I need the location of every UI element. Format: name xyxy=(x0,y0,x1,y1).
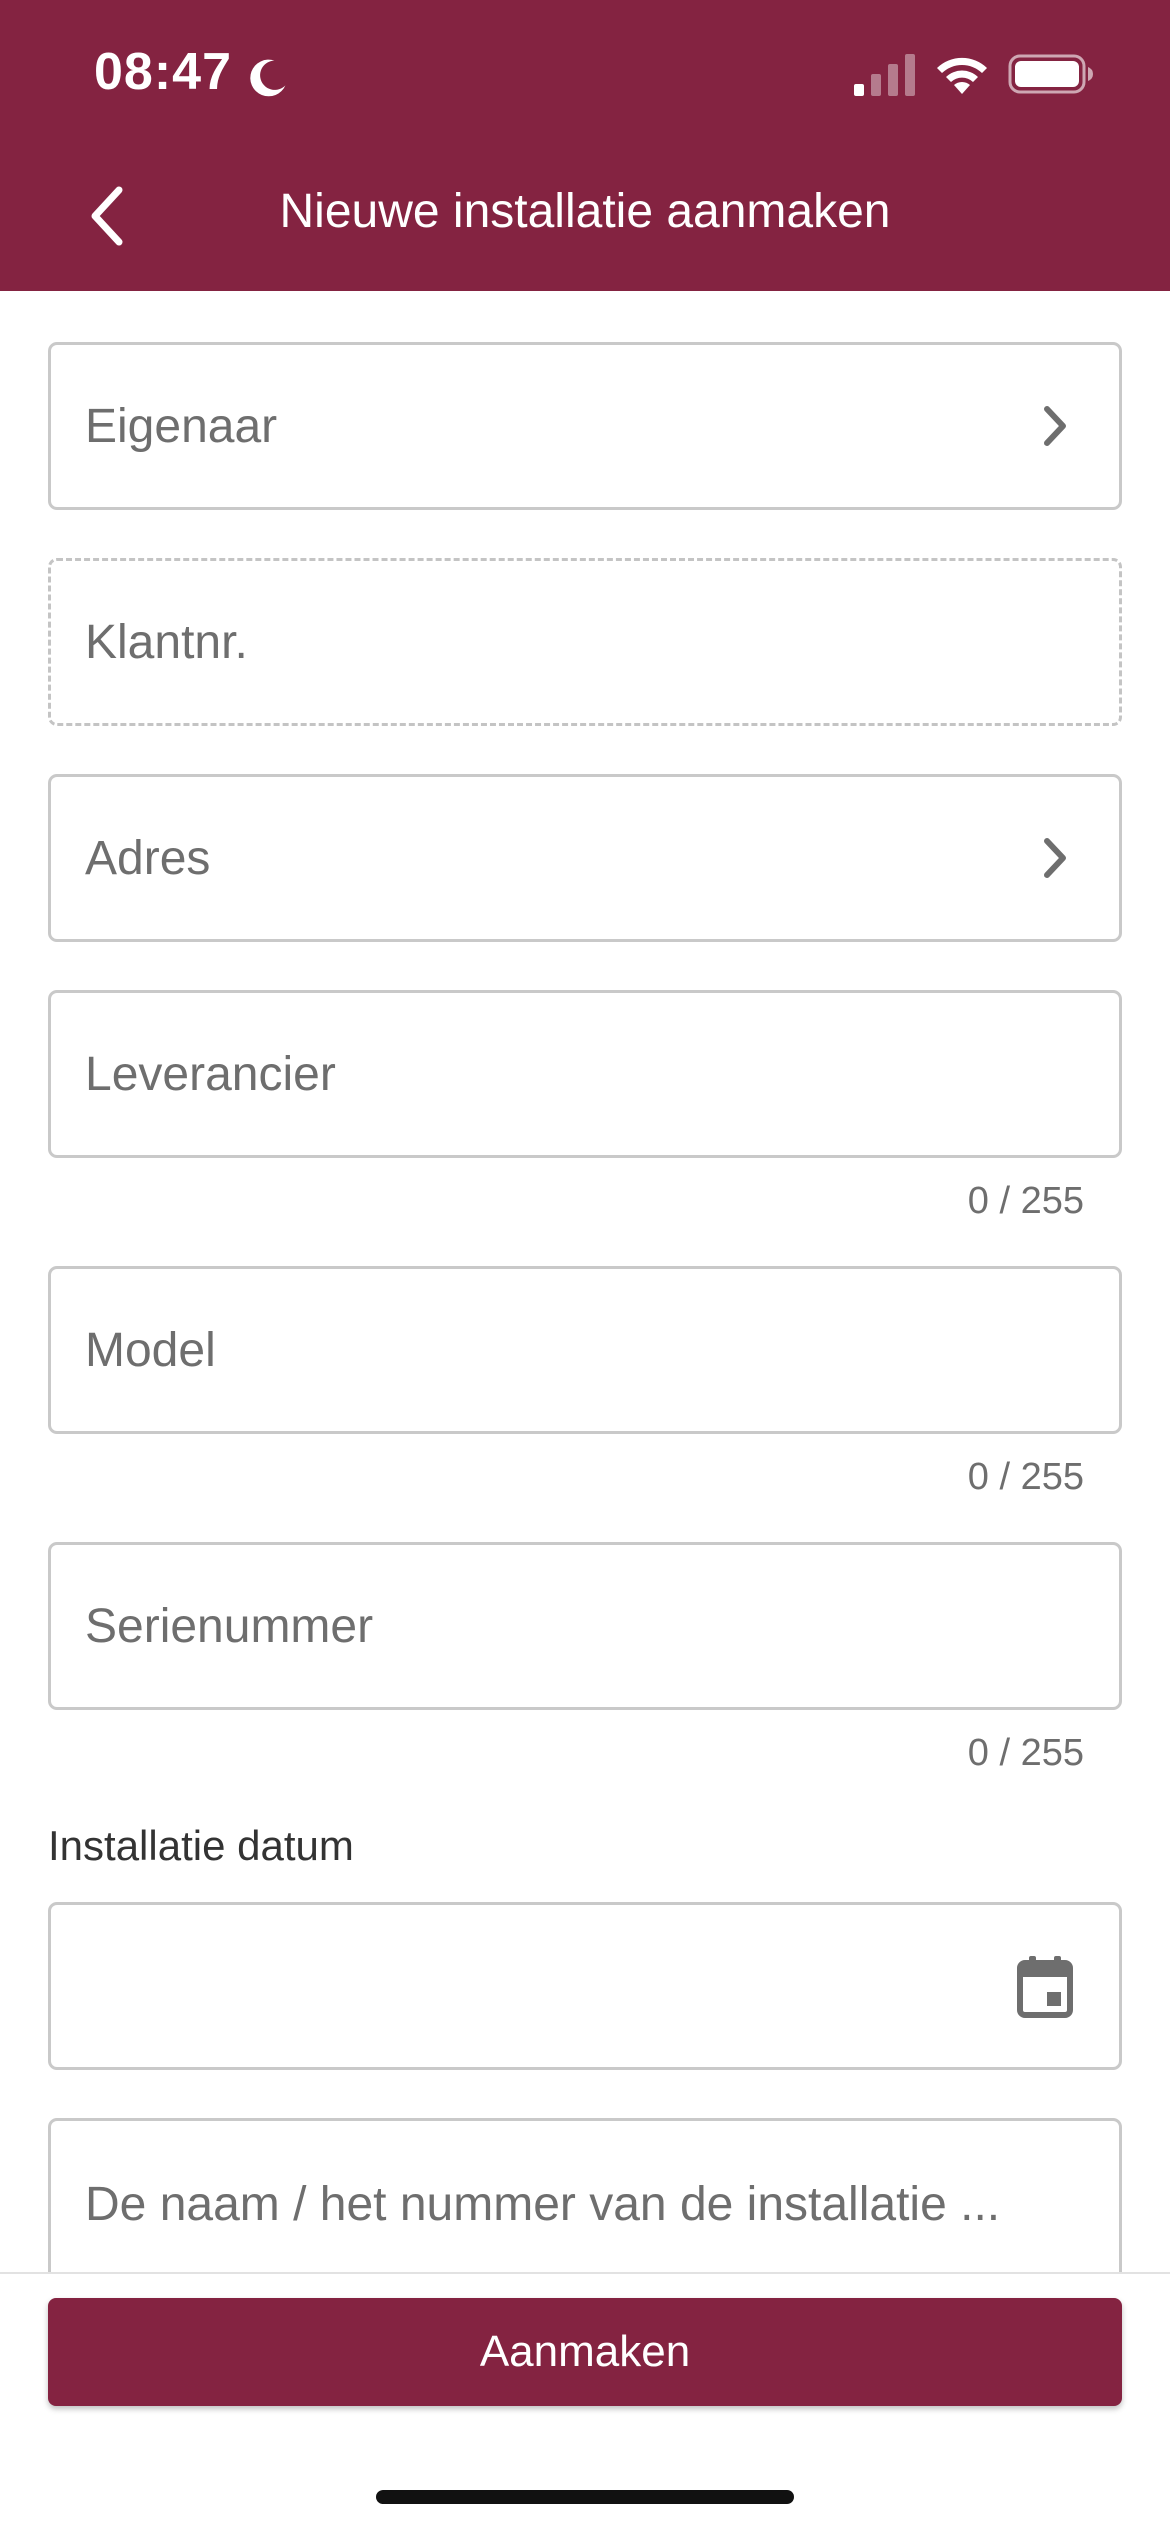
customer-number-field: Klantnr. xyxy=(48,558,1122,726)
installation-name-placeholder: De naam / het nummer van de installatie … xyxy=(85,2178,1001,2231)
supplier-input[interactable]: Leverancier xyxy=(48,990,1122,1158)
chevron-right-icon xyxy=(1044,838,1066,878)
install-date-heading: Installatie datum xyxy=(48,1822,354,1869)
model-char-counter: 0 / 255 xyxy=(967,1456,1084,1498)
serial-number-char-counter: 0 / 255 xyxy=(967,1732,1084,1774)
serial-number-label: Serienummer xyxy=(85,1599,374,1653)
app-header: 08:47 Nieuwe installatie aanmaken xyxy=(0,0,1170,291)
create-button[interactable]: Aanmaken xyxy=(48,2298,1122,2406)
customer-number-label: Klantnr. xyxy=(85,615,248,669)
home-indicator xyxy=(376,2490,794,2504)
model-input[interactable]: Model xyxy=(48,1266,1122,1434)
signal-icon xyxy=(854,54,915,96)
owner-field[interactable]: Eigenaar xyxy=(48,342,1122,510)
moon-icon xyxy=(250,59,286,97)
address-field[interactable]: Adres xyxy=(48,774,1122,942)
back-arrow-icon xyxy=(91,186,123,246)
model-label: Model xyxy=(85,1323,216,1377)
address-label: Adres xyxy=(85,831,211,885)
owner-label: Eigenaar xyxy=(85,399,278,453)
calendar-icon[interactable] xyxy=(1015,1954,1075,2018)
back-button[interactable] xyxy=(72,176,142,256)
install-date-input[interactable] xyxy=(48,1902,1122,2070)
serial-number-input[interactable]: Serienummer xyxy=(48,1542,1122,1710)
screen: 08:47 Nieuwe installatie aanmaken Eigena… xyxy=(0,0,1170,2532)
wifi-icon xyxy=(937,57,987,94)
supplier-label: Leverancier xyxy=(85,1047,336,1101)
chevron-right-icon xyxy=(1044,406,1066,446)
battery-icon xyxy=(1008,54,1093,94)
status-time: 08:47 xyxy=(94,43,232,101)
supplier-char-counter: 0 / 255 xyxy=(967,1180,1084,1222)
page-title: Nieuwe installatie aanmaken xyxy=(279,185,891,238)
